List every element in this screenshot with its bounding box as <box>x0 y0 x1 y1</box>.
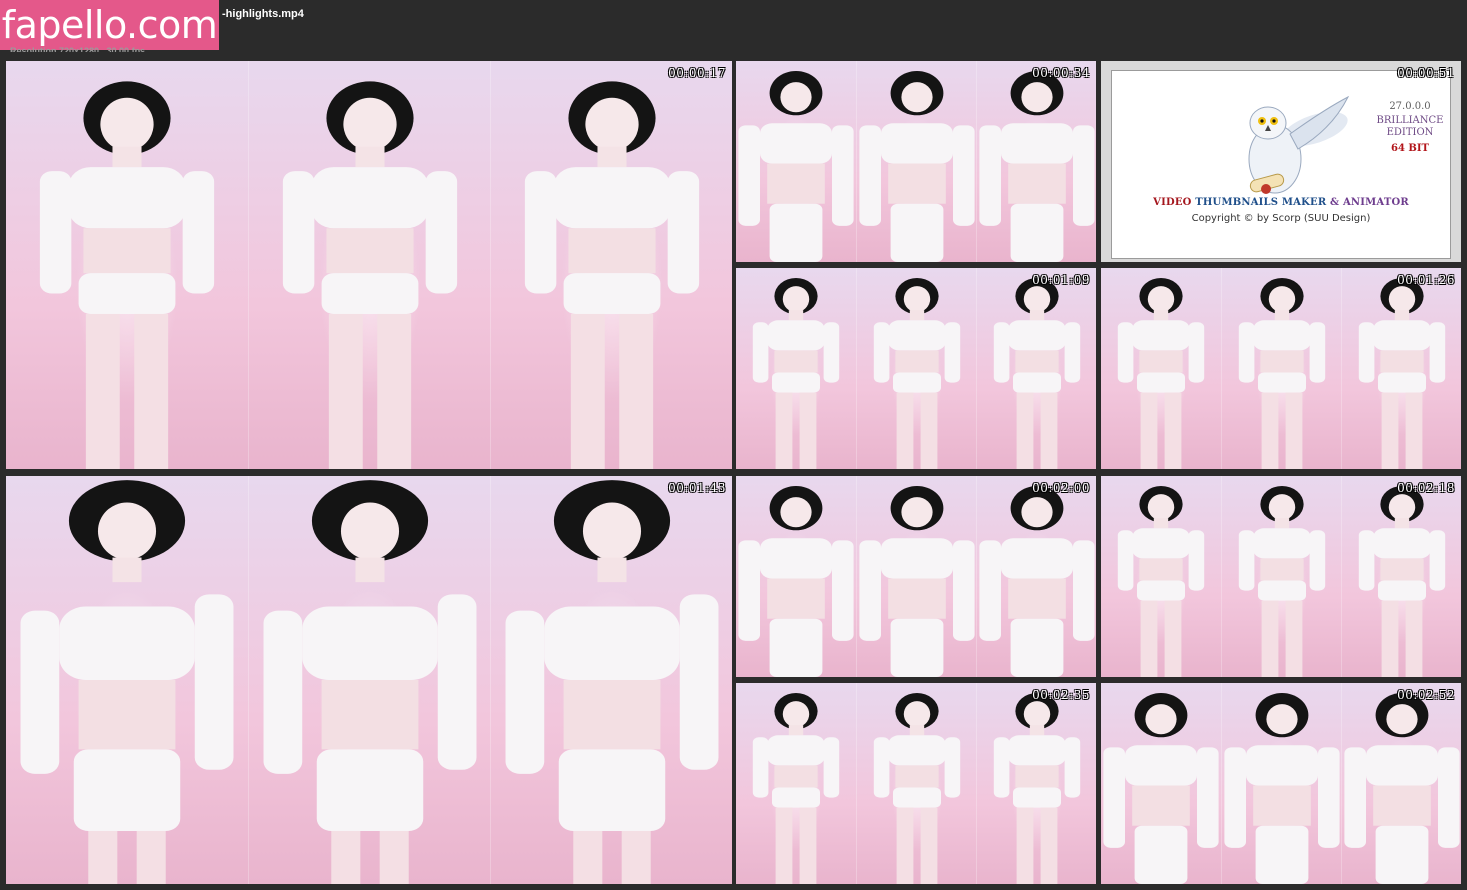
video-frame <box>490 476 732 884</box>
edition-text: BRILLIANCE EDITION <box>1370 115 1450 139</box>
dancer-figure <box>505 480 719 884</box>
timestamp-label: 00:02:52 <box>1397 688 1455 702</box>
video-frame <box>490 61 732 469</box>
thumbnail-panel[interactable]: 00:02:00 <box>736 476 1096 677</box>
dancer-figure <box>859 71 975 262</box>
timestamp-label: 00:02:18 <box>1397 481 1455 495</box>
timestamp-label: 00:01:26 <box>1397 273 1455 287</box>
version-text: 27.0.0.0 <box>1389 101 1431 112</box>
dancer-figure <box>1103 693 1219 884</box>
logo-text: fapello.com <box>1 3 218 47</box>
timestamp-label: 00:00:17 <box>668 66 726 80</box>
video-frame <box>1221 476 1342 677</box>
video-frame <box>6 476 248 884</box>
video-frame <box>856 476 977 677</box>
video-frame <box>736 476 856 677</box>
timestamp-label: 00:00:51 <box>1397 66 1455 80</box>
video-frame <box>976 683 1096 884</box>
timestamp-label: 00:02:00 <box>1032 481 1090 495</box>
dancer-figure <box>979 486 1095 677</box>
thumbnail-panel[interactable]: 00:02:18 <box>1101 476 1461 677</box>
timestamp-label: 00:00:34 <box>1032 66 1090 80</box>
thumbnail-panel[interactable]: 00:02:35 <box>736 683 1096 884</box>
dancer-figure <box>993 693 1081 884</box>
dancer-figure <box>263 480 477 884</box>
dancer-figure <box>873 278 961 469</box>
video-frame <box>856 61 977 262</box>
video-frame <box>736 268 856 469</box>
video-frame <box>856 268 977 469</box>
video-frame <box>1341 476 1461 677</box>
header-bar: fapello.com -highlights.mp4 Resolution 7… <box>0 0 1467 58</box>
edition-line-1: BRILLIANCE <box>1376 115 1444 126</box>
dancer-figure <box>1238 278 1326 469</box>
dancer-figure <box>752 693 840 884</box>
video-meta-line: Resolution 720x1280 , 30.00 fps <box>10 46 146 52</box>
thumbnail-panel[interactable]: 00:01:26 <box>1101 268 1461 469</box>
software-splash-panel[interactable]: 27.0.0.0 BRILLIANCE EDITION 64 BIT VIDEO… <box>1101 61 1461 262</box>
dancer-figure <box>1358 486 1446 677</box>
video-frame <box>976 61 1096 262</box>
dancer-figure <box>979 71 1095 262</box>
video-frame <box>1101 476 1221 677</box>
dancer-figure <box>1224 693 1340 884</box>
dancer-figure <box>39 81 215 469</box>
video-frame <box>1341 268 1461 469</box>
dancer-figure <box>282 81 458 469</box>
video-filename: -highlights.mp4 <box>222 8 304 20</box>
dancer-figure <box>738 71 854 262</box>
copyright-text: Copyright © by Scorp (SUU Design) <box>1191 213 1371 224</box>
video-frame <box>976 476 1096 677</box>
video-frame <box>1221 268 1342 469</box>
owl-icon <box>1248 95 1350 194</box>
dancer-figure <box>738 486 854 677</box>
dancer-figure <box>1117 278 1205 469</box>
edition-line-2: EDITION <box>1386 127 1434 138</box>
title-word-thumbnails: THUMBNAILS MAKER <box>1195 197 1327 208</box>
title-word-video: VIDEO <box>1153 197 1192 208</box>
video-frame <box>248 61 491 469</box>
timestamp-label: 00:01:43 <box>668 481 726 495</box>
dancer-figure <box>1238 486 1326 677</box>
video-frame <box>1101 268 1221 469</box>
thumbnail-panel[interactable]: 00:02:52 <box>1101 683 1461 884</box>
dancer-figure <box>873 693 961 884</box>
video-frame <box>1221 683 1342 884</box>
video-frame <box>6 61 248 469</box>
timestamp-label: 00:02:35 <box>1032 688 1090 702</box>
dancer-figure <box>20 480 234 884</box>
splash-card: 27.0.0.0 BRILLIANCE EDITION 64 BIT VIDEO… <box>1111 70 1451 259</box>
dancer-figure <box>1117 486 1205 677</box>
thumbnail-panel[interactable]: 00:01:43 <box>6 476 732 884</box>
thumbnail-panel[interactable]: 00:00:34 <box>736 61 1096 262</box>
thumbnail-panel[interactable]: 00:00:17 <box>6 61 732 469</box>
dancer-figure <box>859 486 975 677</box>
dancer-figure <box>752 278 840 469</box>
dancer-figure <box>993 278 1081 469</box>
timestamp-label: 00:01:09 <box>1032 273 1090 287</box>
thumbnail-panel[interactable]: 00:01:09 <box>736 268 1096 469</box>
title-word-animator: & ANIMATOR <box>1330 197 1409 208</box>
bits-text: 64 BIT <box>1391 143 1429 154</box>
product-title: VIDEO THUMBNAILS MAKER & ANIMATOR <box>1112 197 1450 208</box>
video-frame <box>1341 683 1461 884</box>
video-frame <box>736 683 856 884</box>
video-frame <box>736 61 856 262</box>
video-frame <box>976 268 1096 469</box>
video-frame <box>1101 683 1221 884</box>
dancer-figure <box>524 81 700 469</box>
dancer-figure <box>1358 278 1446 469</box>
dancer-figure <box>1344 693 1460 884</box>
video-frame <box>248 476 491 884</box>
video-frame <box>856 683 977 884</box>
